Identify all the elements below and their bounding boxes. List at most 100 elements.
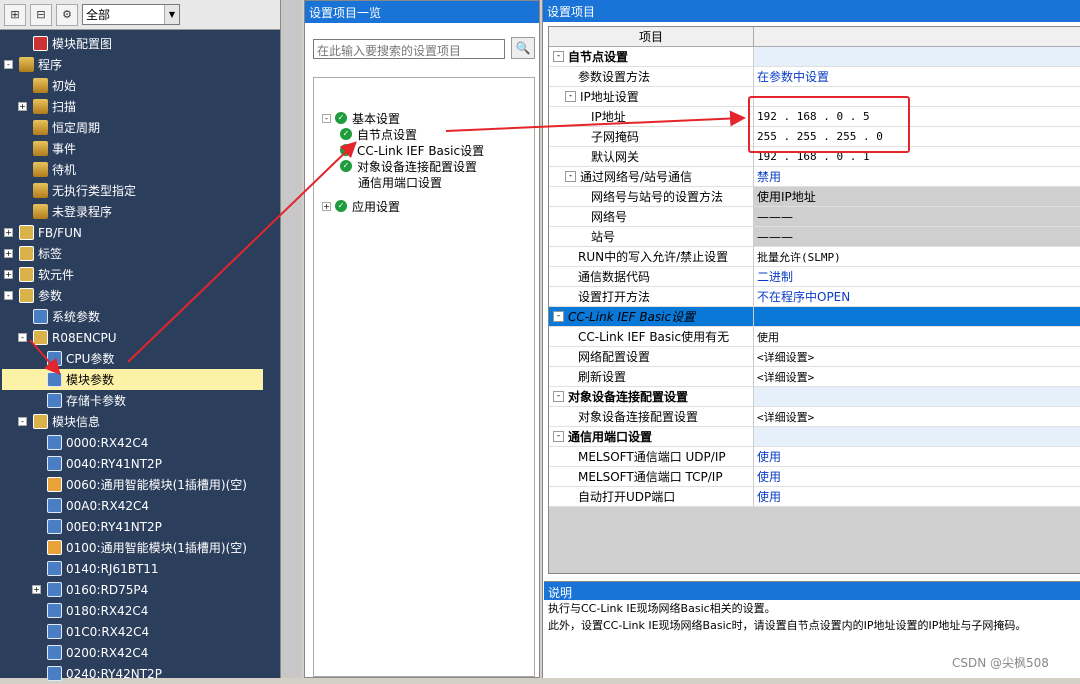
tree-item[interactable]: + 标签 [4,243,62,264]
setting-value[interactable] [754,387,1080,407]
settings-row[interactable]: - CC-Link IEF Basic设置 [549,307,1080,327]
tree-item[interactable]: - 程序 [4,54,62,75]
tree-item[interactable]: 0040:RY41NT2P [32,453,162,474]
expand-toggle-icon[interactable]: + [322,201,331,211]
setting-value[interactable]: 在参数中设置 [754,67,1080,87]
tree-item[interactable]: 01C0:RX42C4 [32,621,149,642]
expand-toggle-icon[interactable]: - [18,417,27,426]
settings-row[interactable]: 通信数据代码 二进制 [549,267,1080,287]
setting-value[interactable]: 使用 [754,447,1080,467]
tree-item[interactable]: + 扫描 [18,96,76,117]
tree-item[interactable]: 0140:RJ61BT11 [32,558,159,579]
tree-item[interactable]: 0100:通用智能模块(1插槽用)(空) [32,537,247,558]
settings-row[interactable]: - 自节点设置 [549,47,1080,67]
expand-toggle-icon[interactable]: + [4,228,13,237]
expand-toggle-icon[interactable]: + [18,102,27,111]
settings-row[interactable]: 站号 ——— [549,227,1080,247]
tree-item[interactable]: 系统参数 [18,306,100,327]
search-input[interactable]: 在此输入要搜索的设置项目 [313,39,505,59]
splitter[interactable] [280,0,302,678]
tree-item[interactable]: CPU参数 [32,348,114,369]
setting-value[interactable]: ——— [754,227,1080,247]
settings-row[interactable]: MELSOFT通信端口 TCP/IP 使用 [549,467,1080,487]
setting-value[interactable]: 使用 [754,327,1080,347]
settings-row[interactable]: 刷新设置 <详细设置> [549,367,1080,387]
setting-value[interactable] [754,47,1080,67]
tree-item[interactable]: + 软元件 [4,264,74,285]
tree-item[interactable]: 无执行类型指定 [18,180,136,201]
settings-tree-item[interactable]: ✓ 自节点设置 [340,126,417,142]
binoculars-icon[interactable]: 🔍 [511,37,535,59]
collapse-icon[interactable]: - [553,431,564,442]
expand-toggle-icon[interactable]: + [4,270,13,279]
setting-value[interactable]: 二进制 [754,267,1080,287]
settings-row[interactable]: RUN中的写入允许/禁止设置 批量允许(SLMP) [549,247,1080,267]
tree-item[interactable]: 0240:RY42NT2P [32,663,162,684]
collapse-icon[interactable]: - [565,171,576,182]
expand-toggle-icon[interactable]: + [4,249,13,258]
settings-row[interactable]: - 通过网络号/站号通信 禁用 [549,167,1080,187]
tree-item[interactable]: 恒定周期 [18,117,100,138]
setting-value[interactable] [754,307,1080,327]
settings-row[interactable]: 网络配置设置 <详细设置> [549,347,1080,367]
collapse-icon[interactable]: - [553,391,564,402]
setting-value[interactable]: <详细设置> [754,407,1080,427]
expand-toggle-icon[interactable]: + [32,585,41,594]
tree-item[interactable]: 未登录程序 [18,201,112,222]
tree-item[interactable]: 0200:RX42C4 [32,642,148,663]
settings-row[interactable]: - 通信用端口设置 [549,427,1080,447]
settings-row[interactable]: MELSOFT通信端口 UDP/IP 使用 [549,447,1080,467]
chevron-down-icon[interactable]: ▼ [164,5,179,24]
settings-tree-item[interactable]: ✓ CC-Link IEF Basic设置 [340,142,484,158]
setting-value[interactable]: 使用 [754,487,1080,507]
settings-row[interactable]: 对象设备连接配置设置 <详细设置> [549,407,1080,427]
setting-value[interactable] [754,427,1080,447]
setting-value[interactable]: ——— [754,207,1080,227]
tree-item[interactable]: 0000:RX42C4 [32,432,148,453]
collapse-icon[interactable]: - [553,51,564,62]
tree-item[interactable]: 模块参数 [2,369,263,390]
settings-row[interactable]: 设置打开方法 不在程序中OPEN [549,287,1080,307]
tree-item[interactable]: 00E0:RY41NT2P [32,516,162,537]
list-view-icon[interactable]: ⊟ [30,3,52,26]
settings-row[interactable]: 自动打开UDP端口 使用 [549,487,1080,507]
tree-item[interactable]: - 模块信息 [18,411,100,432]
settings-row[interactable]: - 对象设备连接配置设置 [549,387,1080,407]
tree-item[interactable]: 事件 [18,138,76,159]
setting-value[interactable]: 使用IP地址 [754,187,1080,207]
setting-value[interactable]: 使用 [754,467,1080,487]
expand-toggle-icon[interactable]: - [4,291,13,300]
tree-item[interactable]: 00A0:RX42C4 [32,495,149,516]
settings-row[interactable]: 网络号与站号的设置方法 使用IP地址 [549,187,1080,207]
tree-item[interactable]: 待机 [18,159,76,180]
expand-toggle-icon[interactable]: - [322,113,331,123]
tree-item[interactable]: 存储卡参数 [32,390,126,411]
settings-row[interactable]: 网络号 ——— [549,207,1080,227]
gear-icon[interactable]: ⚙ [56,3,78,26]
tree-item[interactable]: 初始 [18,75,76,96]
settings-row[interactable]: 参数设置方法 在参数中设置 [549,67,1080,87]
setting-value[interactable]: <详细设置> [754,367,1080,387]
tree-item[interactable]: - R08ENCPU [18,327,117,348]
setting-value[interactable]: 禁用 [754,167,1080,187]
expand-toggle-icon[interactable]: - [18,333,27,342]
tree-view-icon[interactable]: ⊞ [4,3,26,26]
tree-item[interactable]: 0180:RX42C4 [32,600,148,621]
expand-toggle-icon[interactable]: - [4,60,13,69]
settings-tree-item[interactable]: + ✓ 应用设置 [322,198,400,214]
tree-item[interactable]: + FB/FUN [4,222,82,243]
setting-value[interactable]: 批量允许(SLMP) [754,247,1080,267]
settings-tree-item[interactable]: 通信用端口设置 [358,174,442,190]
tree-item[interactable]: 模块配置图 [18,33,112,54]
collapse-icon[interactable]: - [553,311,564,322]
setting-value[interactable]: <详细设置> [754,347,1080,367]
tree-item[interactable]: - 参数 [4,285,62,306]
settings-tree-item[interactable]: ✓ 对象设备连接配置设置 [340,158,477,174]
tree-item[interactable]: 0060:通用智能模块(1插槽用)(空) [32,474,247,495]
collapse-icon[interactable]: - [565,91,576,102]
filter-dropdown[interactable]: 全部 ▼ [82,4,180,25]
setting-value[interactable]: 不在程序中OPEN [754,287,1080,307]
settings-tree-item[interactable]: - ✓ 基本设置 [322,110,400,126]
settings-row[interactable]: CC-Link IEF Basic使用有无 使用 [549,327,1080,347]
tree-item[interactable]: +0160:RD75P4 [32,579,148,600]
